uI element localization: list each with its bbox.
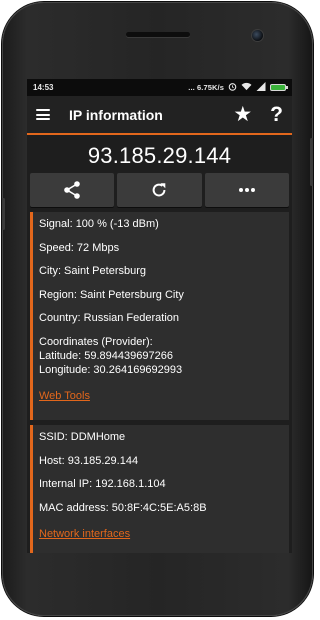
star-icon[interactable]: ★ bbox=[233, 104, 252, 125]
web-tools-link[interactable]: Web Tools bbox=[39, 389, 90, 403]
status-bar: 14:53 ... 6.75K/s bbox=[27, 79, 292, 96]
speed-text: Speed: 72 Mbps bbox=[39, 241, 120, 254]
location-card: Signal: 100 % (-13 dBm) Speed: 72 Mbps C… bbox=[30, 212, 289, 420]
app-toolbar: IP information ★ ? bbox=[27, 96, 292, 135]
help-icon[interactable]: ? bbox=[270, 104, 283, 125]
latitude-text: Latitude: 59.894439697266 bbox=[39, 349, 173, 362]
region-text: Region: Saint Petersburg City bbox=[39, 288, 184, 301]
city-text: City: Saint Petersburg bbox=[39, 265, 146, 277]
mac-address-text: MAC address: 50:8F:4C:5E:A5:8B bbox=[39, 501, 207, 514]
signal-text: Signal: 100 % (-13 dBm) bbox=[39, 218, 159, 230]
action-bar bbox=[30, 173, 289, 207]
host-text: Host: 93.185.29.144 bbox=[39, 454, 139, 467]
network-interfaces-link[interactable]: Network interfaces bbox=[39, 527, 130, 541]
share-icon bbox=[64, 181, 80, 199]
more-icon bbox=[238, 188, 255, 192]
status-time: 14:53 bbox=[33, 83, 54, 92]
refresh-icon bbox=[153, 183, 166, 197]
share-button[interactable] bbox=[30, 173, 115, 207]
signal-icon bbox=[256, 82, 266, 93]
front-camera bbox=[252, 30, 263, 41]
more-button[interactable] bbox=[204, 173, 289, 207]
ssid-text: SSID: DDMHome bbox=[39, 431, 126, 443]
country-text: Country: Russian Federation bbox=[39, 312, 180, 324]
menu-icon[interactable] bbox=[36, 109, 50, 120]
volume-button bbox=[2, 198, 5, 230]
network-speed: ... 6.75K/s bbox=[188, 83, 224, 92]
power-button bbox=[310, 138, 313, 186]
earpiece-speaker bbox=[125, 32, 190, 37]
wifi-icon bbox=[241, 82, 252, 93]
battery-icon bbox=[270, 84, 288, 91]
internal-ip-text: Internal IP: 192.168.1.104 bbox=[39, 478, 166, 490]
coordinates-label: Coordinates (Provider): bbox=[39, 335, 153, 348]
app-screen: 14:53 ... 6.75K/s IP information ★ ? 93.… bbox=[27, 79, 292, 553]
alarm-icon bbox=[228, 82, 237, 93]
app-title: IP information bbox=[69, 106, 163, 123]
network-card: SSID: DDMHome Host: 93.185.29.144 Intern… bbox=[30, 425, 289, 553]
refresh-button[interactable] bbox=[117, 173, 202, 207]
ip-address: 93.185.29.144 bbox=[87, 143, 232, 168]
longitude-text: Longitude: 30.264169692993 bbox=[39, 363, 183, 376]
